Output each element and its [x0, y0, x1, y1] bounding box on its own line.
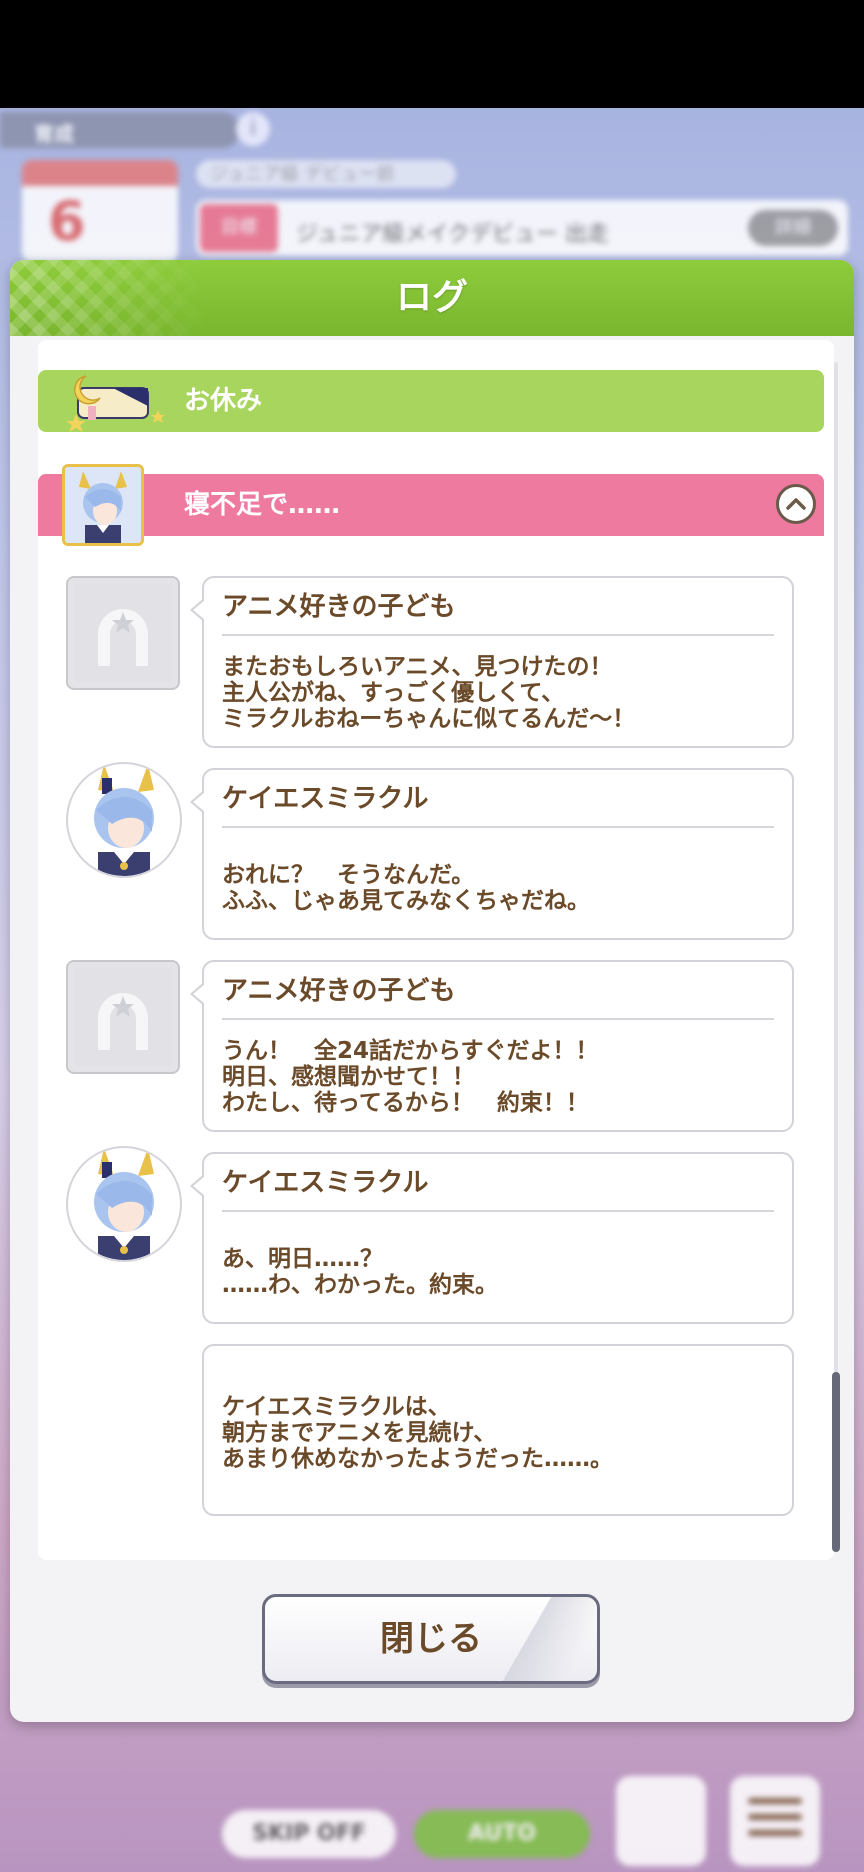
event-character-icon	[62, 464, 144, 546]
bg-auto-button: AUTO	[414, 1810, 590, 1858]
message-text: またおもしろいアニメ、見つけたの！ 主人公がね、すっごく優しくて、 ミラクルおね…	[222, 654, 636, 732]
horseshoe-placeholder-icon	[74, 968, 172, 1066]
close-button-label: 閉じる	[380, 1619, 482, 1659]
avatar-placeholder	[66, 960, 180, 1074]
bg-calendar-day: 6	[48, 190, 86, 253]
narration-text: ケイエスミラクルは、 朝方までアニメを見続け、 あまり休めなかったようだった………	[222, 1394, 613, 1472]
bubble-pointer	[190, 982, 205, 1006]
bubble-divider	[222, 1210, 774, 1212]
bg-top-label: 育成	[34, 122, 74, 146]
log-entry-bubble: アニメ好きの子ども うん！ 全24話だからすぐだよ！！ 明日、感想聞かせて！！ …	[190, 960, 794, 1132]
character-portrait-icon	[65, 467, 141, 543]
bubble-divider	[222, 826, 774, 828]
section-header-event: 寝不足で……	[38, 464, 824, 546]
info-icon: i	[236, 112, 270, 146]
avatar-placeholder	[66, 576, 180, 690]
dialog-title: ログ	[395, 277, 468, 318]
bubble-pointer	[190, 790, 205, 814]
bg-goal-text: ジュニア級 デビュー前	[210, 164, 395, 185]
horseshoe-placeholder-icon	[74, 584, 172, 682]
character-avatar	[66, 1146, 182, 1262]
chevron-up-icon	[786, 498, 806, 510]
collapse-button[interactable]	[776, 484, 816, 524]
status-bar	[0, 0, 864, 108]
character-avatar	[66, 762, 182, 878]
bg-calendar-header	[22, 160, 178, 186]
speaker-name: ケイエスミラクル	[222, 784, 429, 814]
bg-target-tag: 目標	[200, 204, 278, 252]
bg-log-button	[616, 1776, 706, 1866]
section-event-label: 寝不足で……	[184, 490, 341, 520]
dialog-header: ログ	[10, 260, 854, 336]
bg-skip-button: SKIP OFF	[222, 1810, 396, 1858]
speaker-name: アニメ好きの子ども	[222, 976, 456, 1006]
log-entry-bubble: ケイエスミラクル あ、明日……？ ……わ、わかった。約束。	[190, 1152, 794, 1324]
message-text: うん！ 全24話だからすぐだよ！！ 明日、感想聞かせて！！ わたし、待ってるから…	[222, 1038, 599, 1116]
menu-icon	[748, 1798, 802, 1846]
log-entry-bubble: アニメ好きの子ども またおもしろいアニメ、見つけたの！ 主人公がね、すっごく優し…	[190, 576, 794, 748]
message-text: おれに？ そうなんだ。 ふふ、じゃあ見てみなくちゃだね。	[222, 862, 590, 914]
section-rest-label: お休み	[184, 386, 263, 416]
bg-target-text: ジュニア級メイクデビュー 出走	[296, 222, 610, 247]
character-portrait-icon	[94, 764, 154, 876]
section-header-rest: お休み	[38, 370, 824, 432]
character-portrait-icon	[94, 1148, 154, 1260]
bubble-divider	[222, 634, 774, 636]
speaker-name: アニメ好きの子ども	[222, 592, 456, 622]
narration-bubble: ケイエスミラクルは、 朝方までアニメを見続け、 あまり休めなかったようだった………	[202, 1344, 794, 1516]
close-button[interactable]: 閉じる	[262, 1594, 600, 1684]
log-entry-bubble: ケイエスミラクル おれに？ そうなんだ。 ふふ、じゃあ見てみなくちゃだね。	[190, 768, 794, 940]
bubble-divider	[222, 1018, 774, 1020]
bubble-pointer	[190, 598, 205, 622]
bg-target-button: 詳細	[748, 210, 838, 246]
message-text: あ、明日……？ ……わ、わかった。約束。	[222, 1246, 498, 1298]
speaker-name: ケイエスミラクル	[222, 1168, 429, 1198]
sleep-moon-icon	[66, 375, 165, 432]
scrollbar-thumb[interactable]	[832, 1372, 840, 1552]
bubble-pointer	[190, 1174, 205, 1198]
